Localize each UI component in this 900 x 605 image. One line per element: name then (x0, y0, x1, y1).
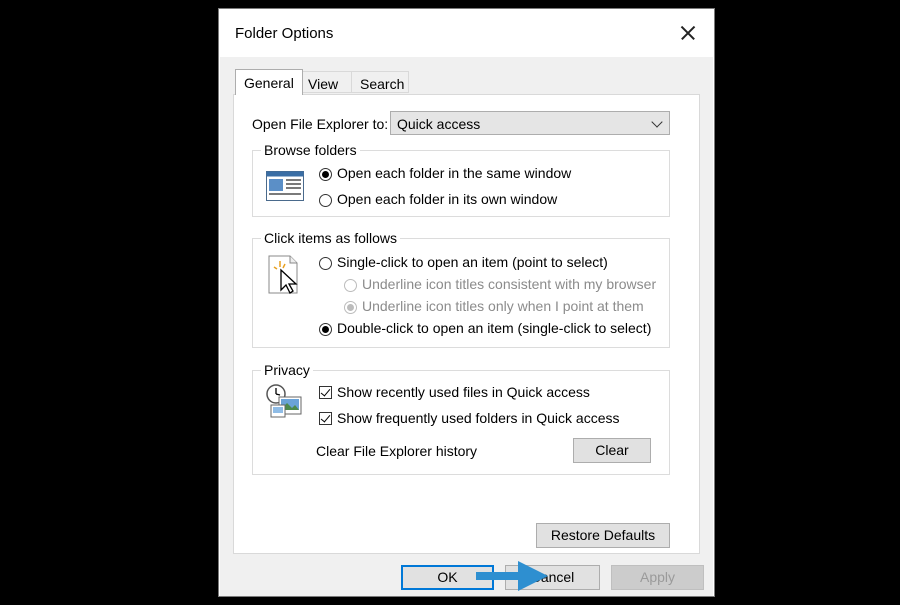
single-click-label[interactable]: Single-click to open an item (point to s… (337, 254, 608, 270)
recent-files-label[interactable]: Show recently used files in Quick access (337, 384, 590, 400)
dialog-client-area: General View Search Open File Explorer t… (220, 57, 713, 596)
browse-own-window-label[interactable]: Open each folder in its own window (337, 191, 557, 207)
double-click-label[interactable]: Double-click to open an item (single-cli… (337, 320, 651, 336)
frequent-folders-checkbox[interactable] (319, 412, 332, 425)
arrow-right-icon (476, 561, 548, 591)
double-click-radio[interactable] (319, 323, 332, 336)
browse-own-window-radio[interactable] (319, 194, 332, 207)
underline-point-label[interactable]: Underline icon titles only when I point … (362, 298, 644, 314)
underline-browser-label[interactable]: Underline icon titles consistent with my… (362, 276, 656, 292)
open-explorer-label: Open File Explorer to: (252, 116, 389, 132)
recent-files-checkbox[interactable] (319, 386, 332, 399)
browse-folders-title: Browse folders (261, 142, 360, 158)
dialog-title: Folder Options (235, 25, 334, 42)
frequent-folders-label[interactable]: Show frequently used folders in Quick ac… (337, 410, 619, 426)
close-icon[interactable] (676, 21, 700, 45)
privacy-title: Privacy (261, 362, 313, 378)
underline-point-radio[interactable] (344, 301, 357, 314)
single-click-radio[interactable] (319, 257, 332, 270)
pointer-click-icon (268, 255, 298, 294)
privacy-group: Privacy Show recently used files in Quic… (252, 362, 670, 475)
tab-search[interactable]: Search (351, 71, 409, 93)
restore-defaults-button[interactable]: Restore Defaults (536, 523, 670, 548)
browse-folders-group: Browse folders Open each folder in the s… (252, 142, 670, 217)
tab-general[interactable]: General (235, 69, 303, 95)
open-explorer-dropdown[interactable]: Quick access (390, 111, 670, 135)
clear-history-button[interactable]: Clear (573, 438, 651, 463)
chevron-down-icon (651, 116, 663, 128)
browse-same-window-radio[interactable] (319, 168, 332, 181)
underline-browser-radio[interactable] (344, 279, 357, 292)
folder-options-dialog: Folder Options General View Search Open … (218, 8, 715, 597)
apply-button[interactable]: Apply (611, 565, 704, 590)
title-bar: Folder Options (219, 9, 714, 57)
recent-items-icon (266, 384, 302, 418)
clear-history-label: Clear File Explorer history (316, 443, 478, 459)
click-items-title: Click items as follows (261, 230, 401, 246)
general-tab-panel: Open File Explorer to: Quick access Brow… (233, 94, 700, 591)
window-icon (266, 171, 304, 201)
tab-view[interactable]: View (299, 71, 352, 93)
browse-same-window-label[interactable]: Open each folder in the same window (337, 165, 571, 181)
click-items-group: Click items as follows Single-click to o… (252, 230, 670, 348)
open-explorer-value: Quick access (397, 116, 481, 132)
